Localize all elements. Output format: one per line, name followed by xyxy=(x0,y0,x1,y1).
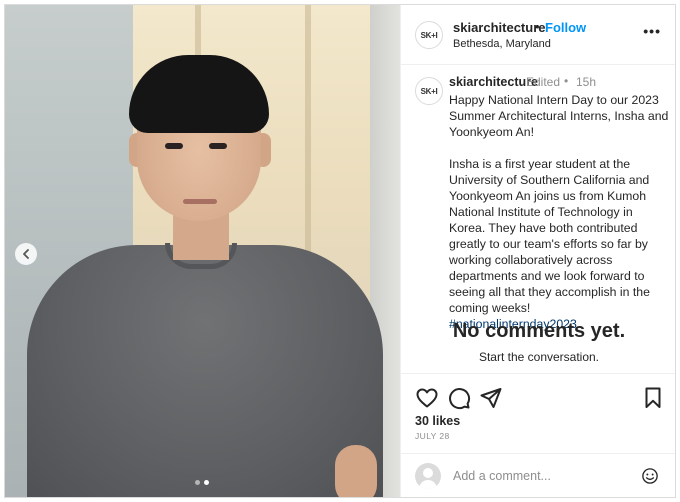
caption-username[interactable]: skiarchitecture xyxy=(449,75,538,89)
caption-avatar[interactable]: SK+I xyxy=(415,77,443,105)
comment-composer xyxy=(401,453,675,497)
edited-label: Edited xyxy=(526,75,561,89)
post-side-panel: SK+I skiarchitecture • Follow Bethesda, … xyxy=(400,5,675,497)
post-username[interactable]: skiarchitecture xyxy=(453,20,546,35)
bookmark-icon[interactable] xyxy=(641,386,665,410)
more-options-icon[interactable]: ••• xyxy=(643,23,661,39)
header-separator: • xyxy=(535,19,540,34)
share-icon[interactable] xyxy=(479,386,503,410)
photo-person-shirt xyxy=(27,245,383,497)
photo-person-mouth xyxy=(183,199,217,204)
no-comments-title: No comments yet. xyxy=(452,320,626,342)
caption-paragraph: Insha is a first year student at the Uni… xyxy=(449,157,650,315)
heart-icon[interactable] xyxy=(415,386,439,410)
comment-input[interactable] xyxy=(453,466,623,486)
carousel-dot[interactable] xyxy=(195,480,200,485)
carousel-prev-button[interactable] xyxy=(15,243,37,265)
carousel-indicator xyxy=(195,480,209,485)
caption-paragraph: Happy National Intern Day to our 2023 Su… xyxy=(449,93,669,139)
photo-person-arm xyxy=(335,445,377,497)
user-avatar xyxy=(415,463,441,489)
follow-button[interactable]: Follow xyxy=(545,20,586,35)
comment-icon[interactable] xyxy=(447,386,471,410)
photo-person-eye xyxy=(209,143,227,149)
instagram-post-modal: SK+I skiarchitecture • Follow Bethesda, … xyxy=(4,4,676,498)
carousel-dot[interactable] xyxy=(204,480,209,485)
caption-text: Happy National Intern Day to our 2023 Su… xyxy=(449,92,671,332)
caption-separator: • xyxy=(564,74,569,88)
profile-avatar[interactable]: SK+I xyxy=(415,21,443,49)
post-date: JULY 28 xyxy=(415,431,450,441)
post-actions: 30 likes JULY 28 xyxy=(401,373,675,453)
chevron-left-icon xyxy=(23,249,29,259)
post-photo xyxy=(5,5,400,497)
no-comments-subtitle: Start the conversation. xyxy=(478,350,600,364)
post-header: SK+I skiarchitecture • Follow Bethesda, … xyxy=(401,5,675,65)
post-timestamp: 15h xyxy=(576,75,597,89)
post-location[interactable]: Bethesda, Maryland xyxy=(453,38,551,50)
likes-count[interactable]: 30 likes xyxy=(415,414,460,428)
emoji-icon[interactable] xyxy=(641,467,659,485)
photo-person-eye xyxy=(165,143,183,149)
